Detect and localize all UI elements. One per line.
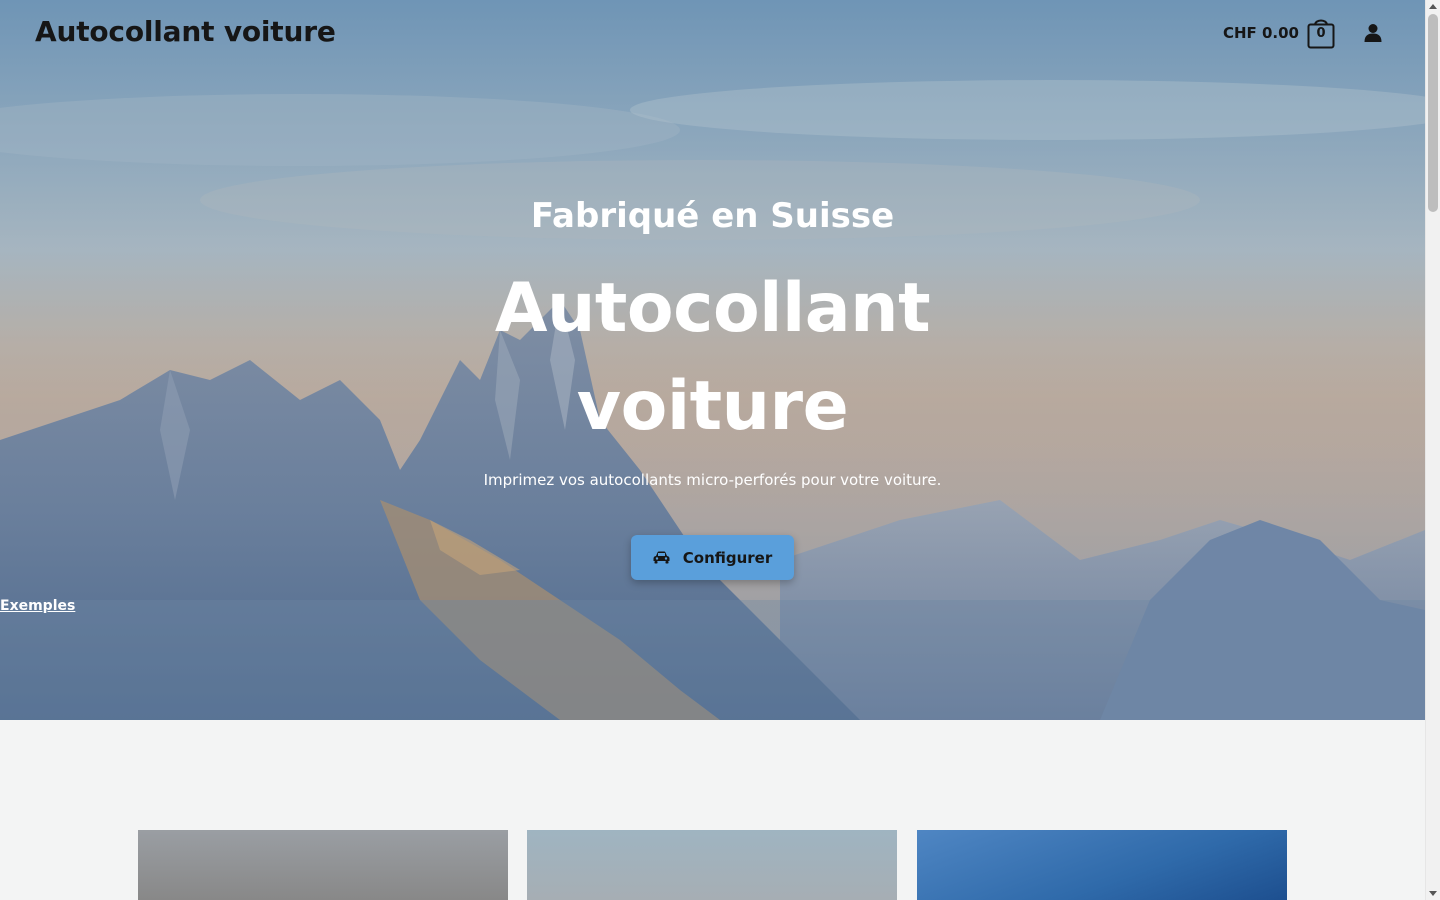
car-icon <box>653 551 670 564</box>
cart-count-badge: 0 <box>1316 26 1326 41</box>
hero-headline-line2: voiture <box>576 367 849 446</box>
scroll-down-arrow-icon[interactable] <box>1429 891 1437 896</box>
configure-button[interactable]: Configurer <box>631 535 794 580</box>
hero-headline: Autocollant voiture <box>0 260 1425 456</box>
examples-link[interactable]: Exemples <box>0 598 1425 614</box>
account-button[interactable] <box>1363 23 1383 43</box>
hero-section: Autocollant voiture CHF 0.00 0 Fabriqué … <box>0 0 1425 720</box>
scrollbar-thumb[interactable] <box>1428 14 1438 212</box>
header-actions: CHF 0.00 0 <box>1223 17 1383 49</box>
cart-button[interactable]: 0 <box>1307 17 1335 49</box>
product-card-2[interactable] <box>527 830 897 900</box>
hero-headline-line1: Autocollant <box>494 269 931 348</box>
product-card-3[interactable] <box>917 830 1287 900</box>
configure-button-label: Configurer <box>682 548 773 567</box>
cart-total[interactable]: CHF 0.00 <box>1223 24 1299 42</box>
hero-kicker: Fabriqué en Suisse <box>530 196 895 236</box>
product-card-1[interactable] <box>138 830 508 900</box>
user-icon <box>1364 24 1382 42</box>
hero-subtitle: Imprimez vos autocollants micro-perforés… <box>483 471 942 489</box>
site-title[interactable]: Autocollant voiture <box>35 15 336 48</box>
vertical-scrollbar[interactable] <box>1425 0 1440 900</box>
scroll-up-arrow-icon[interactable] <box>1429 4 1437 9</box>
